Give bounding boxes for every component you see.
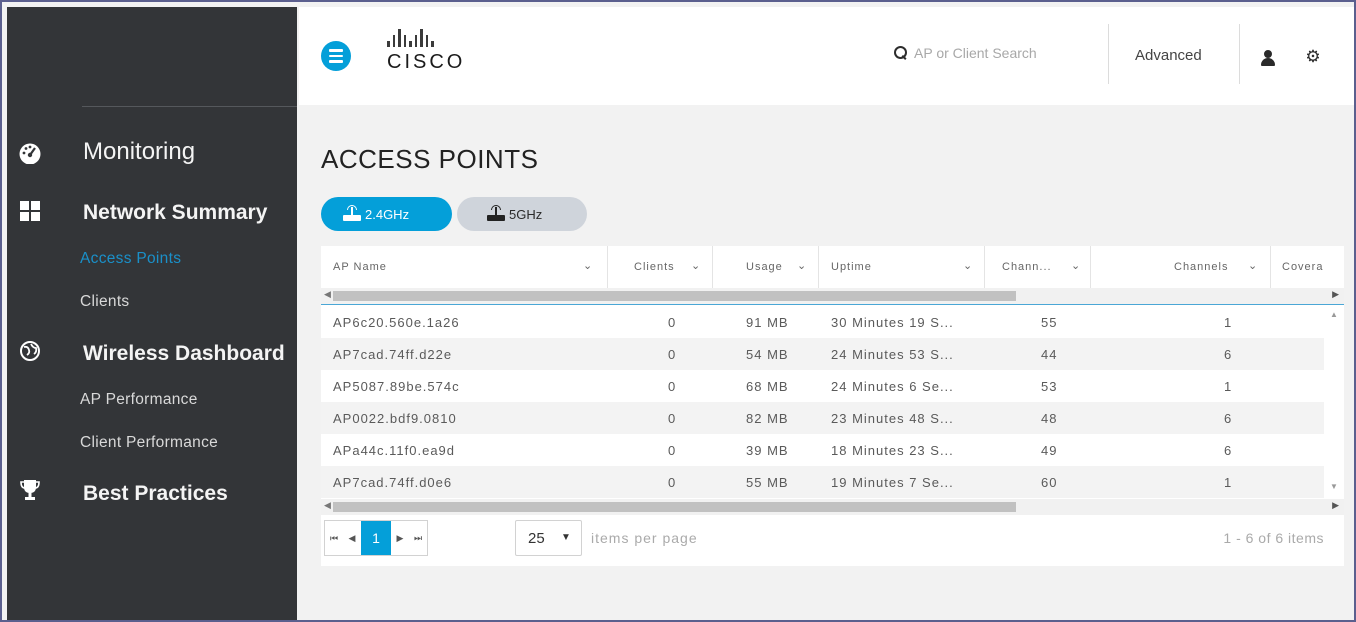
- table-header: AP Name ⌄ Clients ⌄ Usage ⌄ Uptime ⌄ Cha…: [321, 246, 1344, 288]
- next-page-button[interactable]: ▶: [391, 521, 409, 555]
- column-header-uptime[interactable]: Uptime ⌄: [819, 246, 985, 288]
- table-row[interactable]: AP5087.89be.574c 0 68 MB 24 Minutes 6 Se…: [321, 370, 1324, 402]
- header-divider-line: [321, 304, 1344, 305]
- sidebar-section-label: Best Practices: [83, 482, 228, 505]
- scrollbar-thumb[interactable]: [333, 291, 1016, 301]
- dashboard-gauge-icon: [17, 140, 43, 166]
- band-label: 2.4GHz: [365, 206, 410, 222]
- search-box[interactable]: [894, 45, 1064, 61]
- vertical-scrollbar[interactable]: ▲ ▼: [1324, 306, 1344, 498]
- trophy-icon: [17, 477, 43, 503]
- column-header-usage[interactable]: Usage ⌄: [713, 246, 819, 288]
- page-navigation: ⏮ ◀ 1 ▶ ⏭: [324, 520, 428, 556]
- column-header-channels[interactable]: Channels ⌄: [1091, 246, 1271, 288]
- column-header-clients[interactable]: Clients ⌄: [608, 246, 713, 288]
- scroll-right-arrow-icon[interactable]: ▶: [1332, 500, 1339, 511]
- gear-icon[interactable]: ⚙: [1304, 48, 1322, 66]
- band-5ghz-button[interactable]: 5GHz: [457, 197, 587, 231]
- chevron-down-icon: ⌄: [691, 260, 702, 272]
- chevron-down-icon: ⌄: [797, 260, 808, 272]
- last-page-button[interactable]: ⏭: [409, 521, 427, 555]
- search-icon: [894, 46, 908, 60]
- page-size-dropdown[interactable]: 25 ▼: [515, 520, 582, 556]
- cisco-wordmark: CISCO: [387, 51, 466, 73]
- chevron-down-icon: ⌄: [963, 260, 974, 272]
- scroll-left-arrow-icon[interactable]: ◀: [324, 500, 331, 511]
- sidebar-item-clients[interactable]: Clients: [80, 293, 129, 311]
- sidebar-section-label: Network Summary: [83, 201, 268, 224]
- sidebar-item-access-points[interactable]: Access Points: [80, 250, 181, 268]
- table-row[interactable]: AP7cad.74ff.d0e6 0 55 MB 19 Minutes 7 Se…: [321, 466, 1324, 498]
- top-header: CISCO Advanced ⚙: [299, 7, 1354, 105]
- previous-page-button[interactable]: ◀: [343, 521, 361, 555]
- search-input[interactable]: [914, 45, 1064, 61]
- table-row[interactable]: AP6c20.560e.1a26 0 91 MB 30 Minutes 19 S…: [321, 306, 1324, 338]
- access-points-table: AP Name ⌄ Clients ⌄ Usage ⌄ Uptime ⌄ Cha…: [321, 246, 1344, 566]
- sidebar-section-monitoring[interactable]: Monitoring: [7, 135, 297, 171]
- table-row[interactable]: AP0022.bdf9.0810 0 82 MB 23 Minutes 48 S…: [321, 402, 1324, 434]
- header-divider: [1239, 24, 1240, 84]
- chevron-down-icon: ⌄: [583, 260, 594, 272]
- horizontal-scrollbar-bottom[interactable]: ◀ ▶: [321, 499, 1344, 515]
- page-size-value: 25: [528, 530, 545, 547]
- sidebar-section-label: Wireless Dashboard: [83, 342, 285, 365]
- cisco-logo: CISCO: [387, 29, 477, 79]
- band-label: 5GHz: [509, 206, 543, 222]
- hamburger-menu-button[interactable]: [321, 41, 351, 71]
- header-divider: [1108, 24, 1109, 84]
- chevron-down-icon: ⌄: [1248, 260, 1259, 272]
- table-row[interactable]: AP7cad.74ff.d22e 0 54 MB 24 Minutes 53 S…: [321, 338, 1324, 370]
- sidebar-section-best-practices[interactable]: Best Practices: [7, 477, 297, 509]
- scrollbar-thumb[interactable]: [333, 502, 1016, 512]
- grid-icon: [17, 198, 43, 224]
- sidebar-section-label: Monitoring: [83, 138, 196, 165]
- table-row[interactable]: APa44c.11f0.ea9d 0 39 MB 18 Minutes 23 S…: [321, 434, 1324, 466]
- column-header-channel[interactable]: Chann... ⌄: [985, 246, 1091, 288]
- items-per-page-label: items per page: [591, 530, 698, 546]
- horizontal-scrollbar-top[interactable]: ◀ ▶: [321, 288, 1344, 304]
- access-point-icon: [341, 205, 361, 221]
- column-header-ap-name[interactable]: AP Name ⌄: [321, 246, 608, 288]
- sidebar: Monitoring Network Summary Access Points…: [7, 7, 297, 620]
- scroll-right-arrow-icon[interactable]: ▶: [1332, 289, 1339, 300]
- globe-icon: [17, 338, 43, 364]
- column-header-coverage[interactable]: Covera: [1271, 246, 1344, 288]
- scroll-left-arrow-icon[interactable]: ◀: [324, 289, 331, 300]
- scroll-up-arrow-icon[interactable]: ▲: [1330, 310, 1338, 319]
- current-page-button[interactable]: 1: [361, 521, 391, 555]
- app-frame: Monitoring Network Summary Access Points…: [0, 0, 1356, 622]
- advanced-button[interactable]: Advanced: [1135, 47, 1202, 64]
- sidebar-section-wireless-dashboard[interactable]: Wireless Dashboard: [7, 337, 297, 369]
- sidebar-item-ap-performance[interactable]: AP Performance: [80, 391, 198, 409]
- caret-down-icon: ▼: [561, 532, 571, 543]
- item-count-label: 1 - 6 of 6 items: [1223, 530, 1324, 546]
- page-title: ACCESS POINTS: [321, 144, 539, 174]
- access-point-icon: [485, 205, 505, 221]
- sidebar-divider: [82, 106, 297, 107]
- chevron-down-icon: ⌄: [1071, 260, 1082, 272]
- band-2-4ghz-button[interactable]: 2.4GHz: [321, 197, 452, 231]
- cisco-bars-icon: [387, 29, 477, 47]
- scroll-down-arrow-icon[interactable]: ▼: [1330, 482, 1338, 491]
- sidebar-section-network-summary[interactable]: Network Summary: [7, 197, 297, 229]
- first-page-button[interactable]: ⏮: [325, 521, 343, 555]
- sidebar-item-client-performance[interactable]: Client Performance: [80, 434, 218, 452]
- pagination-bar: ⏮ ◀ 1 ▶ ⏭ 25 ▼ items per page 1 - 6 of 6…: [321, 520, 1344, 566]
- user-icon[interactable]: [1260, 50, 1276, 66]
